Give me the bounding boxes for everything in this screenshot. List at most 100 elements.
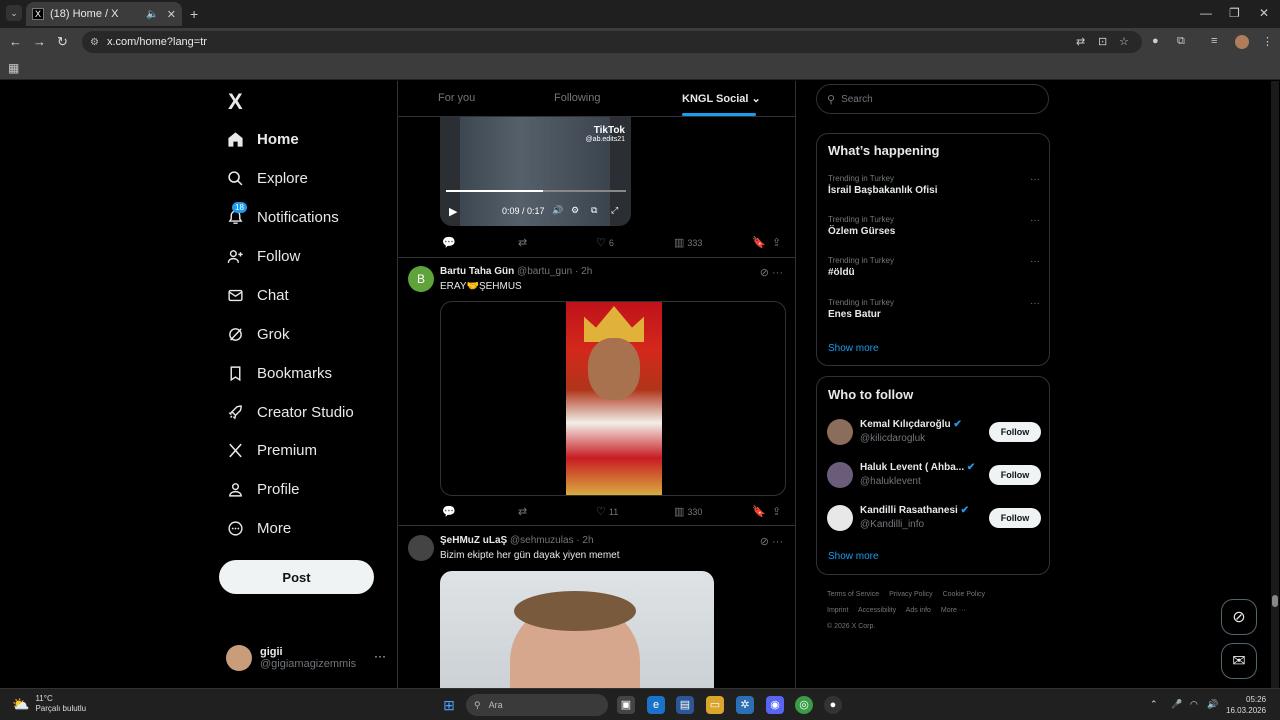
- account-switcher[interactable]: gigii @gigiamagizemmis ···: [226, 643, 386, 673]
- trend-more-icon[interactable]: ···: [1030, 215, 1040, 226]
- profile-avatar[interactable]: [1235, 35, 1249, 49]
- author-handle[interactable]: @bartu_gun: [517, 266, 572, 277]
- scrollbar-thumb[interactable]: [1272, 595, 1278, 607]
- task-view-icon[interactable]: ▣: [617, 696, 635, 714]
- author-name[interactable]: ŞeHMuZ uLaŞ: [440, 535, 507, 546]
- play-icon[interactable]: ▶: [449, 205, 457, 218]
- nav-profile[interactable]: Profile: [226, 477, 300, 501]
- edge-browser-icon[interactable]: e: [647, 696, 665, 714]
- site-info-icon[interactable]: ⚙: [90, 37, 99, 48]
- messages-fab-icon[interactable]: ✉: [1221, 643, 1257, 679]
- nav-premium[interactable]: Premium: [226, 438, 317, 462]
- avatar[interactable]: B: [408, 266, 434, 292]
- post-button[interactable]: Post: [219, 560, 374, 594]
- page-scrollbar[interactable]: [1271, 81, 1279, 688]
- maximize-icon[interactable]: ❐: [1229, 6, 1240, 20]
- extension-cookie-icon[interactable]: ●: [1152, 35, 1159, 47]
- discord-icon[interactable]: ◉: [766, 696, 784, 714]
- video-progress-bar[interactable]: [446, 190, 626, 192]
- nav-creator-studio[interactable]: Creator Studio: [226, 400, 354, 424]
- grok-fab-icon[interactable]: ⊘: [1221, 599, 1257, 635]
- account-more-icon[interactable]: ···: [374, 649, 386, 663]
- like-button[interactable]: ♡ 11: [596, 505, 618, 518]
- views-button[interactable]: ▥ 330: [674, 505, 702, 518]
- trend-item[interactable]: Trending in Turkey Enes Batur ···: [828, 298, 1040, 320]
- footer-link[interactable]: Ads info: [906, 607, 931, 614]
- menu-kebab-icon[interactable]: ⋮: [1262, 35, 1273, 48]
- tweet-image[interactable]: [440, 301, 786, 496]
- volume-icon[interactable]: 🔊: [552, 205, 563, 216]
- footer-link[interactable]: Cookie Policy: [943, 591, 985, 598]
- author-handle[interactable]: @sehmuzulas: [510, 535, 574, 546]
- follow-button[interactable]: Follow: [989, 508, 1041, 528]
- trend-more-icon[interactable]: ···: [1030, 298, 1040, 309]
- speaker-icon[interactable]: 🔈: [146, 9, 158, 20]
- retweet-button[interactable]: ⇄: [518, 505, 530, 518]
- nav-explore[interactable]: Explore: [226, 166, 308, 190]
- tab-for-you[interactable]: For you: [438, 92, 475, 104]
- nav-bookmarks[interactable]: Bookmarks: [226, 361, 332, 385]
- close-tab-icon[interactable]: ✕: [167, 8, 176, 21]
- tab-list-button[interactable]: ⌄: [6, 5, 22, 21]
- back-icon[interactable]: ←: [9, 34, 22, 49]
- follow-button[interactable]: Follow: [989, 422, 1041, 442]
- reply-button[interactable]: 💬: [442, 505, 459, 518]
- file-explorer-icon[interactable]: ▭: [706, 696, 724, 714]
- reload-icon[interactable]: ↻: [57, 34, 68, 50]
- trend-item[interactable]: Trending in Turkey #öldü ···: [828, 256, 1040, 278]
- apps-grid-icon[interactable]: ▦: [8, 61, 19, 75]
- tweet-time[interactable]: · 2h: [576, 535, 593, 546]
- views-button[interactable]: ▥ 333: [674, 236, 702, 249]
- volume-icon[interactable]: 🔊: [1207, 699, 1218, 710]
- trend-more-icon[interactable]: ···: [1030, 174, 1040, 185]
- follow-suggestion[interactable]: Haluk Levent ( Ahba... ✔ @haluklevent Fo…: [827, 460, 1041, 490]
- new-tab-button[interactable]: +: [190, 6, 198, 22]
- follow-suggestion[interactable]: Kemal Kılıçdaroğlu ✔ @kilicdarogluk Foll…: [827, 417, 1041, 447]
- address-bar[interactable]: ⚙ x.com/home?lang=tr: [82, 31, 1142, 53]
- bookmark-button[interactable]: 🔖: [752, 505, 769, 518]
- trend-item[interactable]: Trending in Turkey Özlem Gürses ···: [828, 215, 1040, 237]
- tweet-more-icon[interactable]: ⊘ ···: [760, 535, 783, 548]
- nav-home[interactable]: Home: [226, 127, 299, 151]
- close-window-icon[interactable]: ✕: [1259, 6, 1269, 20]
- trend-item[interactable]: Trending in Turkey İsrail Başbakanlık Of…: [828, 174, 1040, 196]
- store-icon[interactable]: ▤: [676, 696, 694, 714]
- reading-list-icon[interactable]: ≡: [1211, 35, 1217, 47]
- microphone-icon[interactable]: 🎤: [1171, 699, 1182, 710]
- nav-more[interactable]: More: [226, 516, 291, 540]
- translate-icon[interactable]: ⇄: [1076, 35, 1085, 48]
- x-logo-icon[interactable]: X: [228, 89, 243, 115]
- footer-link[interactable]: Imprint: [827, 607, 848, 614]
- show-more-link[interactable]: Show more: [828, 551, 879, 562]
- reply-button[interactable]: 💬: [442, 236, 459, 249]
- extensions-icon[interactable]: ⧉: [1177, 35, 1185, 48]
- footer-link[interactable]: Privacy Policy: [889, 591, 933, 598]
- share-button[interactable]: ⇪: [772, 505, 784, 518]
- tab-following[interactable]: Following: [554, 92, 600, 104]
- chrome-icon[interactable]: ◎: [795, 696, 813, 714]
- taskbar-search[interactable]: ⚲ Ara: [466, 694, 608, 716]
- tweet-more-icon[interactable]: ⊘ ···: [760, 266, 783, 279]
- author-name[interactable]: Bartu Taha Gün: [440, 266, 514, 277]
- tweet-time[interactable]: · 2h: [575, 266, 592, 277]
- footer-link[interactable]: More ···: [941, 607, 966, 614]
- tray-chevron-icon[interactable]: ⌃: [1150, 699, 1158, 710]
- minimize-icon[interactable]: —: [1200, 6, 1212, 20]
- star-icon[interactable]: ☆: [1119, 35, 1129, 48]
- nav-grok[interactable]: Grok: [226, 322, 290, 346]
- app-icon[interactable]: ●: [824, 696, 842, 714]
- forward-icon[interactable]: →: [33, 34, 46, 49]
- avatar[interactable]: [408, 535, 434, 561]
- show-more-link[interactable]: Show more: [828, 343, 879, 354]
- wifi-icon[interactable]: ◠: [1190, 699, 1198, 710]
- system-clock[interactable]: 05:26 16.03.2026: [1226, 694, 1266, 716]
- nav-chat[interactable]: Chat: [226, 283, 289, 307]
- pip-icon[interactable]: ⧉: [591, 205, 597, 216]
- tweet-image[interactable]: [440, 571, 714, 688]
- install-icon[interactable]: ⊡: [1098, 35, 1107, 48]
- trend-more-icon[interactable]: ···: [1030, 256, 1040, 267]
- settings-icon[interactable]: ⚙: [571, 205, 579, 216]
- browser-tab[interactable]: X (18) Home / X 🔈 ✕: [26, 2, 182, 26]
- search-input[interactable]: ⚲ Search: [816, 84, 1049, 114]
- weather-widget[interactable]: ⛅ 11°C Parçalı bulutlu: [12, 694, 86, 714]
